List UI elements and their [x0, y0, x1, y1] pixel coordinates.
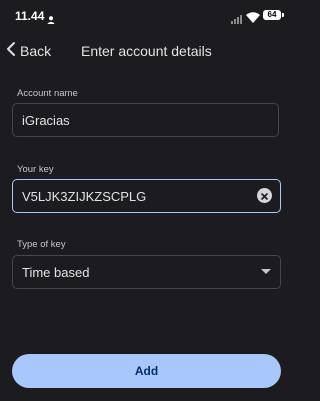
- your-key-field[interactable]: V5LJK3ZIJKZSCPLG: [12, 179, 281, 213]
- add-button-label: Add: [134, 364, 159, 378]
- back-button[interactable]: Back: [6, 40, 51, 62]
- signal-icon: [231, 11, 243, 29]
- type-of-key-dropdown[interactable]: Time based: [12, 255, 281, 289]
- status-time: 11.44: [15, 9, 45, 23]
- wifi-icon: [246, 10, 260, 28]
- account-name-field[interactable]: iGracias: [12, 103, 279, 137]
- close-icon: [261, 188, 268, 203]
- app-header: Back Enter account details: [0, 34, 291, 66]
- battery-tip: [282, 13, 284, 17]
- status-bar: 11.44 64: [0, 0, 291, 34]
- add-button[interactable]: Add: [12, 354, 281, 388]
- page-title: Enter account details: [81, 43, 212, 59]
- chevron-left-icon: [6, 41, 16, 62]
- your-key-label: Your key: [17, 164, 54, 175]
- back-label: Back: [20, 43, 52, 59]
- your-key-value: V5LJK3ZIJKZSCPLG: [22, 188, 147, 204]
- battery-icon: 64: [263, 10, 281, 20]
- person-icon: [47, 11, 55, 29]
- type-of-key-label: Type of key: [17, 239, 66, 250]
- type-of-key-value: Time based: [22, 264, 90, 280]
- account-name-value: iGracias: [22, 112, 70, 128]
- account-name-label: Account name: [17, 88, 78, 99]
- clear-key-button[interactable]: [257, 188, 272, 203]
- chevron-down-icon: [261, 269, 271, 274]
